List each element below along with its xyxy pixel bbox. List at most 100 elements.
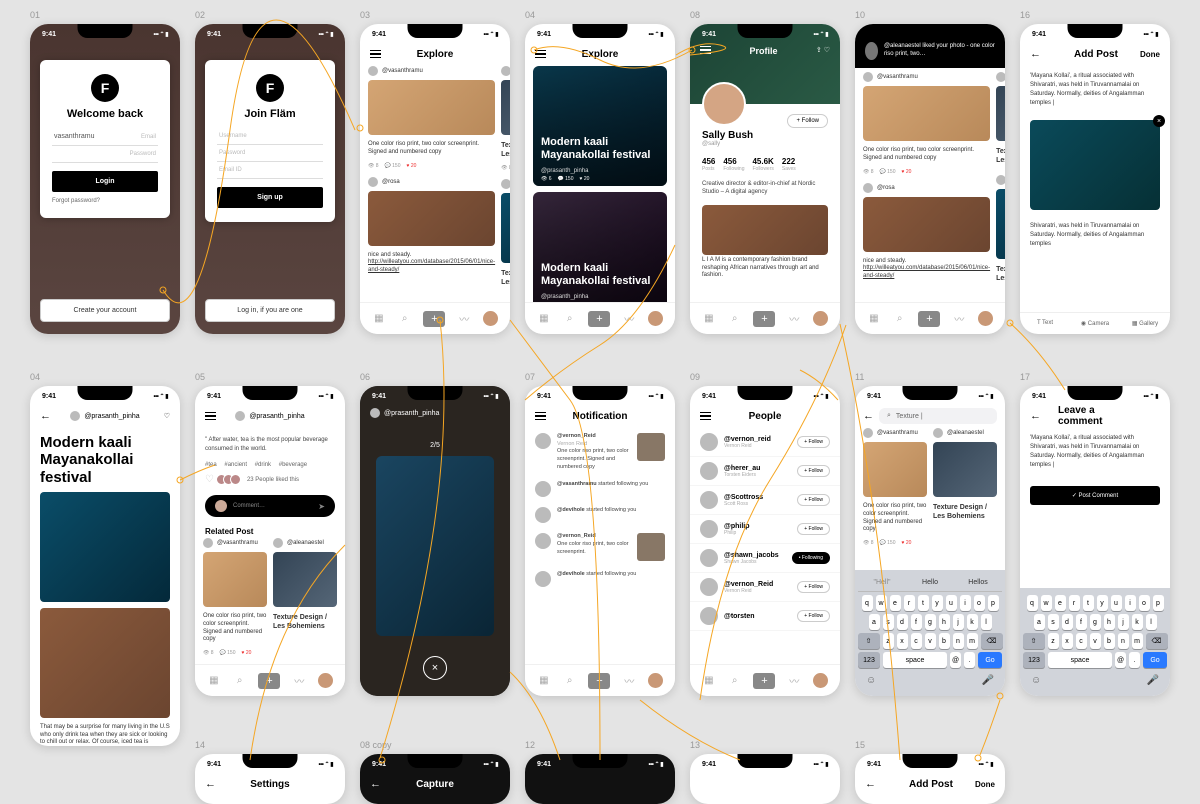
menu-icon[interactable]: [535, 412, 546, 420]
post-thumb[interactable]: [996, 86, 1005, 141]
key[interactable]: k: [1132, 614, 1143, 630]
notification-item[interactable]: @vasanthramu started following you: [525, 476, 675, 502]
key[interactable]: e: [1055, 595, 1066, 611]
key[interactable]: q: [862, 595, 873, 611]
user-chip[interactable]: @aleanaestel: [501, 66, 510, 76]
post-thumb[interactable]: [863, 442, 927, 497]
key[interactable]: i: [960, 595, 971, 611]
post-thumb[interactable]: [501, 80, 510, 135]
key[interactable]: v: [925, 633, 936, 649]
key[interactable]: x: [897, 633, 908, 649]
detail-image[interactable]: [40, 492, 170, 602]
menu-icon[interactable]: [370, 50, 381, 58]
post-thumb[interactable]: [203, 552, 267, 607]
shift-key[interactable]: ⇧: [858, 633, 880, 649]
notification-item[interactable]: @vernon_ReidOne color riso print, two co…: [525, 528, 675, 566]
post-thumb[interactable]: [368, 191, 495, 246]
key[interactable]: u: [946, 595, 957, 611]
post-thumb[interactable]: [996, 189, 1005, 259]
grid-icon[interactable]: ▦: [537, 312, 551, 326]
following-button[interactable]: • Following: [792, 552, 830, 564]
post-thumb[interactable]: [368, 80, 495, 135]
back-icon[interactable]: [1030, 410, 1041, 422]
back-icon[interactable]: [205, 778, 216, 790]
key[interactable]: u: [1111, 595, 1122, 611]
key[interactable]: n: [1118, 633, 1129, 649]
search-icon[interactable]: ⌕: [398, 312, 412, 326]
num-key[interactable]: 123: [858, 652, 880, 668]
key[interactable]: w: [1041, 595, 1052, 611]
add-button[interactable]: +: [918, 311, 940, 327]
close-button[interactable]: ×: [423, 656, 447, 680]
hero-post[interactable]: Modern kaali Mayanakollai festival @pras…: [533, 66, 667, 186]
post-thumb[interactable]: [863, 86, 990, 141]
remove-image-icon[interactable]: ×: [1153, 115, 1165, 127]
url-link[interactable]: http://willeatyou.com/database/2015/06/0…: [368, 259, 495, 273]
back-icon[interactable]: [863, 410, 874, 422]
key[interactable]: g: [1090, 614, 1101, 630]
heart-icon[interactable]: ♡: [824, 47, 830, 54]
key[interactable]: y: [1097, 595, 1108, 611]
post-thumb[interactable]: [863, 197, 990, 252]
post-comment-button[interactable]: ✓ Post Comment: [1030, 486, 1160, 505]
login-link[interactable]: Log in, if you are one: [205, 299, 335, 322]
key[interactable]: y: [932, 595, 943, 611]
delete-key[interactable]: ⌫: [1146, 633, 1168, 649]
menu-icon[interactable]: [700, 412, 711, 420]
comment-input[interactable]: Comment… ➤: [205, 495, 335, 517]
analytics-icon[interactable]: 〰: [622, 674, 636, 688]
key[interactable]: m: [967, 633, 978, 649]
heart-icon[interactable]: ♡: [205, 474, 214, 485]
login-button[interactable]: Login: [52, 171, 158, 192]
user-chip[interactable]: @vasanthramu: [368, 66, 495, 76]
back-icon[interactable]: [370, 778, 381, 790]
key[interactable]: d: [1062, 614, 1073, 630]
handle[interactable]: @prasanth_pinha: [384, 410, 439, 417]
notification-item[interactable]: @devihole started following you: [525, 502, 675, 528]
add-button[interactable]: +: [753, 673, 775, 689]
at-key[interactable]: @: [1115, 652, 1126, 668]
key[interactable]: o: [1139, 595, 1150, 611]
add-button[interactable]: +: [423, 311, 445, 327]
key[interactable]: r: [904, 595, 915, 611]
done-button[interactable]: Done: [975, 780, 995, 789]
hero-post[interactable]: Modern kaali Mayanakollai festival @pras…: [533, 192, 667, 312]
people-row[interactable]: @vernon_ReidVernon Reid+ Follow: [690, 573, 840, 602]
key[interactable]: g: [925, 614, 936, 630]
follow-button[interactable]: + Follow: [797, 523, 830, 535]
key[interactable]: c: [1076, 633, 1087, 649]
back-icon[interactable]: [865, 778, 876, 790]
compose-text[interactable]: 'Mayana Kollai', a ritual associated wit…: [1020, 66, 1170, 114]
text-option[interactable]: T Text: [1020, 313, 1070, 334]
num-key[interactable]: 123: [1023, 652, 1045, 668]
key[interactable]: m: [1132, 633, 1143, 649]
tag[interactable]: #tea: [205, 462, 217, 468]
analytics-icon[interactable]: 〰: [787, 674, 801, 688]
search-input[interactable]: ⌕Texture |: [879, 408, 997, 424]
analytics-icon[interactable]: 〰: [952, 312, 966, 326]
people-row[interactable]: @shawn_jacobsShawn Jacobs• Following: [690, 544, 840, 573]
detail-image[interactable]: [40, 608, 170, 718]
camera-option[interactable]: ◉ Camera: [1070, 313, 1120, 334]
at-key[interactable]: @: [950, 652, 961, 668]
people-row[interactable]: @torsten+ Follow: [690, 602, 840, 631]
search-icon[interactable]: ⌕: [563, 312, 577, 326]
mic-icon[interactable]: 🎤: [982, 675, 994, 686]
user-chip[interactable]: @rosa: [368, 177, 495, 187]
key[interactable]: p: [1153, 595, 1164, 611]
key[interactable]: w: [876, 595, 887, 611]
key[interactable]: n: [953, 633, 964, 649]
attached-image[interactable]: ×: [1030, 120, 1160, 210]
follow-button[interactable]: + Follow: [787, 114, 828, 128]
search-icon[interactable]: ⌕: [563, 674, 577, 688]
post-thumb[interactable]: [501, 193, 510, 263]
analytics-icon[interactable]: 〰: [787, 312, 801, 326]
key[interactable]: b: [939, 633, 950, 649]
handle[interactable]: @prasanth_pinha: [249, 413, 304, 420]
emoji-icon[interactable]: ☺: [1031, 675, 1041, 686]
add-button[interactable]: +: [588, 311, 610, 327]
notification-item[interactable]: @devihole started following you: [525, 566, 675, 592]
dot-key[interactable]: .: [964, 652, 975, 668]
key[interactable]: s: [883, 614, 894, 630]
search-icon[interactable]: ⌕: [728, 312, 742, 326]
